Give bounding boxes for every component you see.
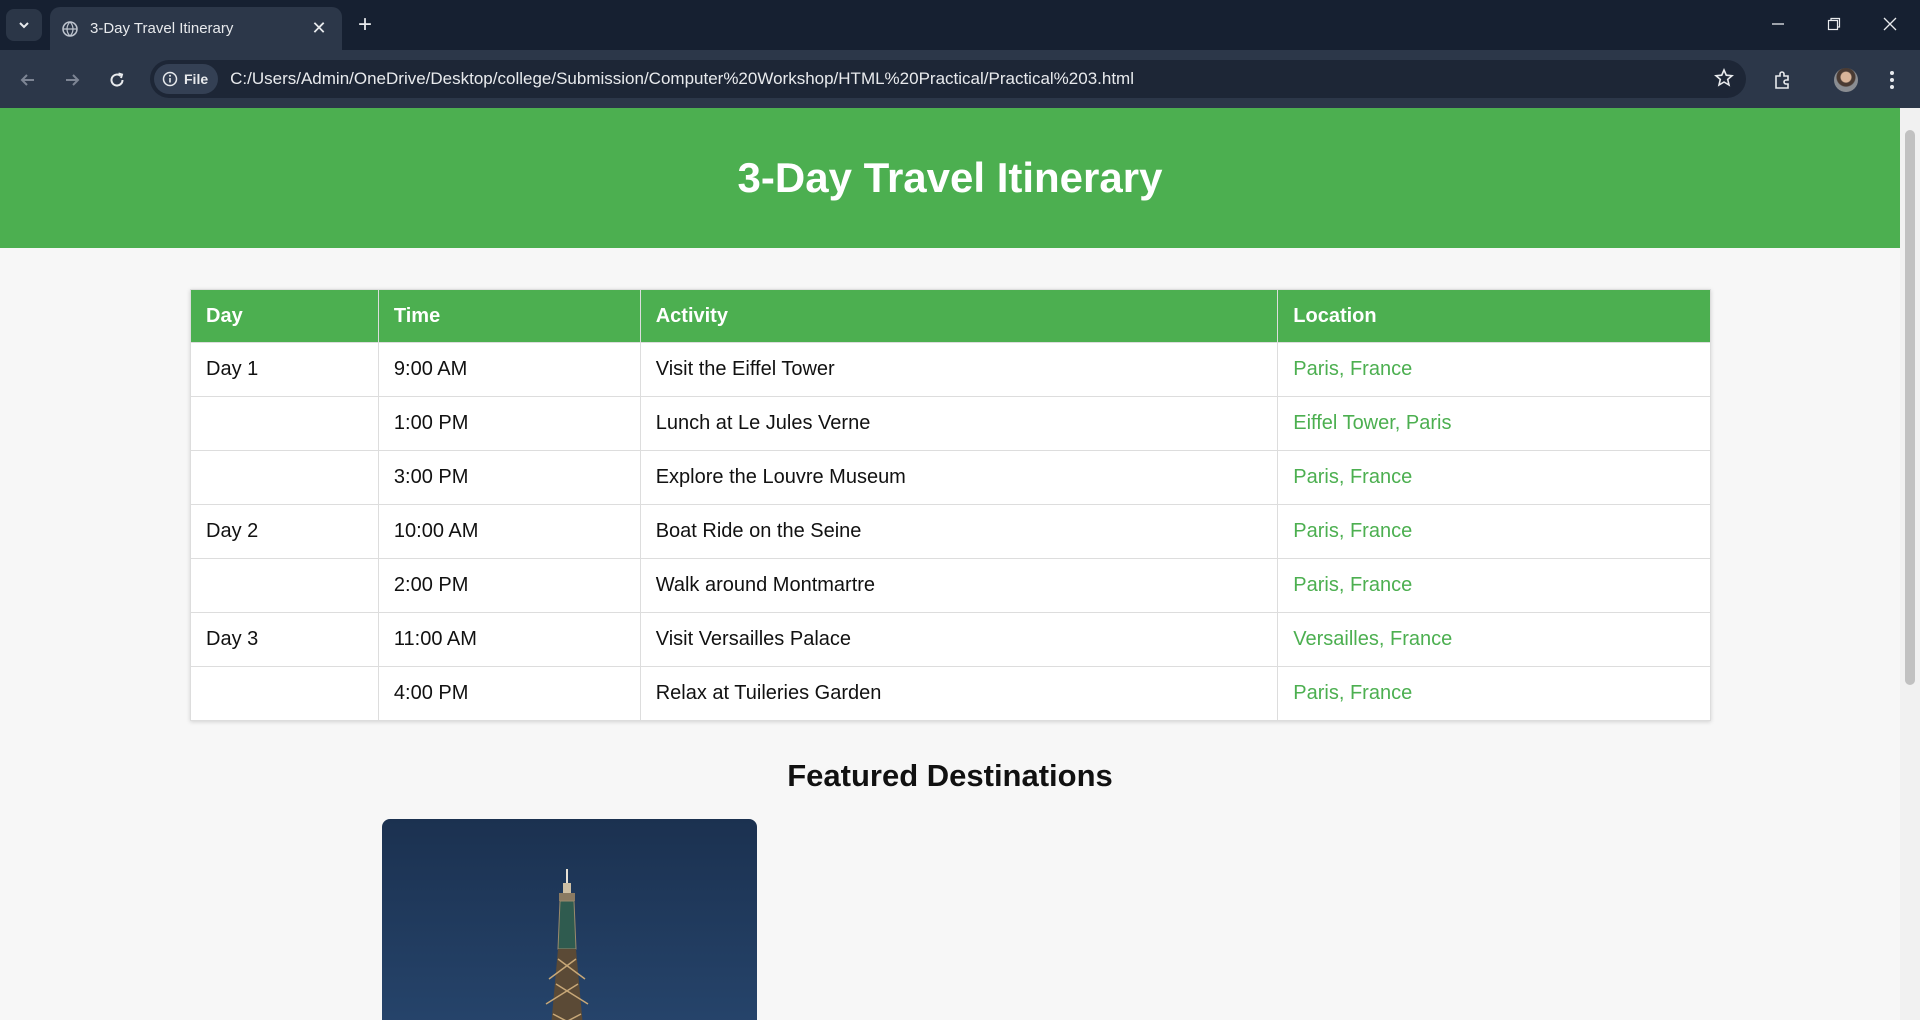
- activity-cell: Relax at Tuileries Garden: [639, 666, 1279, 721]
- column-header-activity: Activity: [639, 289, 1279, 343]
- browser-toolbar: File C:/Users/Admin/OneDrive/Desktop/col…: [0, 50, 1920, 108]
- address-bar[interactable]: File C:/Users/Admin/OneDrive/Desktop/col…: [150, 60, 1746, 98]
- column-header-location: Location: [1277, 289, 1711, 343]
- itinerary-table: Day Time Activity Location Day 1 9:00 AM…: [190, 289, 1711, 721]
- location-cell: Versailles, France: [1277, 612, 1711, 667]
- destination-image-eiffel-tower: [382, 819, 757, 1020]
- day-cell: [190, 396, 379, 451]
- window-close-icon: [1883, 17, 1897, 31]
- day-cell: Day 2: [190, 504, 379, 559]
- minimize-icon: [1772, 23, 1784, 25]
- site-chip-label: File: [184, 71, 209, 87]
- table-row: 3:00 PM Explore the Louvre Museum Paris,…: [190, 450, 1711, 505]
- forward-button[interactable]: [56, 64, 88, 96]
- activity-cell: Visit the Eiffel Tower: [639, 342, 1279, 397]
- restore-icon: [1827, 17, 1841, 31]
- location-cell: Paris, France: [1277, 342, 1711, 397]
- restore-button[interactable]: [1814, 10, 1854, 38]
- menu-kebab-icon: [1890, 71, 1894, 89]
- table-row: 4:00 PM Relax at Tuileries Garden Paris,…: [190, 666, 1711, 721]
- day-cell: [190, 450, 379, 505]
- time-cell: 9:00 AM: [377, 342, 641, 397]
- day-cell: [190, 558, 379, 613]
- table-row: 2:00 PM Walk around Montmartre Paris, Fr…: [190, 558, 1711, 613]
- url-text[interactable]: C:/Users/Admin/OneDrive/Desktop/college/…: [230, 69, 1134, 89]
- activity-cell: Walk around Montmartre: [639, 558, 1279, 613]
- minimize-button[interactable]: [1758, 10, 1798, 38]
- extensions-button[interactable]: [1766, 64, 1798, 96]
- location-cell: Eiffel Tower, Paris: [1277, 396, 1711, 451]
- tab-strip: 3-Day Travel Itinerary ✕ +: [0, 0, 1920, 50]
- table-row: 1:00 PM Lunch at Le Jules Verne Eiffel T…: [190, 396, 1711, 451]
- activity-cell: Explore the Louvre Museum: [639, 450, 1279, 505]
- forward-arrow-icon: [66, 74, 80, 86]
- time-cell: 4:00 PM: [377, 666, 641, 721]
- info-icon: [162, 71, 178, 87]
- site-info-chip[interactable]: File: [154, 64, 219, 94]
- extensions-icon: [1775, 71, 1789, 89]
- browser-tab[interactable]: 3-Day Travel Itinerary ✕: [50, 7, 342, 50]
- close-icon[interactable]: ✕: [308, 18, 330, 39]
- window-close-button[interactable]: [1870, 10, 1910, 38]
- page-header: 3-Day Travel Itinerary: [0, 108, 1900, 248]
- activity-cell: Visit Versailles Palace: [639, 612, 1279, 667]
- time-cell: 3:00 PM: [377, 450, 641, 505]
- location-cell: Paris, France: [1277, 558, 1711, 613]
- chevron-down-icon: [19, 22, 29, 29]
- new-tab-button[interactable]: +: [352, 12, 378, 38]
- table-header-row: Day Time Activity Location: [190, 289, 1711, 343]
- activity-cell: Boat Ride on the Seine: [639, 504, 1279, 559]
- page-scrollbar[interactable]: [1900, 108, 1920, 1020]
- table-row: Day 1 9:00 AM Visit the Eiffel Tower Par…: [190, 342, 1711, 397]
- table-row: Day 3 11:00 AM Visit Versailles Palace V…: [190, 612, 1711, 667]
- plus-icon: +: [357, 11, 372, 38]
- time-cell: 2:00 PM: [377, 558, 641, 613]
- time-cell: 1:00 PM: [377, 396, 641, 451]
- table-row: Day 2 10:00 AM Boat Ride on the Seine Pa…: [190, 504, 1711, 559]
- day-cell: [190, 666, 379, 721]
- featured-destinations-heading: Featured Destinations: [787, 758, 1113, 793]
- tab-search-button[interactable]: [6, 9, 42, 41]
- day-cell: Day 1: [190, 342, 379, 397]
- star-icon: [1714, 68, 1734, 87]
- back-button[interactable]: [12, 64, 44, 96]
- back-arrow-icon: [20, 74, 34, 86]
- scrollbar-thumb[interactable]: [1905, 130, 1915, 685]
- eiffel-tower-image: [545, 869, 589, 1020]
- avatar: [1834, 68, 1858, 92]
- location-cell: Paris, France: [1277, 504, 1711, 559]
- activity-cell: Lunch at Le Jules Verne: [639, 396, 1279, 451]
- bookmark-star-button[interactable]: [1714, 68, 1734, 93]
- globe-icon: [62, 20, 78, 37]
- browser-menu-button[interactable]: [1876, 64, 1908, 96]
- tab-title: 3-Day Travel Itinerary: [90, 20, 234, 37]
- column-header-time: Time: [377, 289, 641, 343]
- column-header-day: Day: [190, 289, 379, 343]
- time-cell: 11:00 AM: [377, 612, 641, 667]
- location-cell: Paris, France: [1277, 666, 1711, 721]
- profile-button[interactable]: [1830, 64, 1862, 96]
- day-cell: Day 3: [190, 612, 379, 667]
- reload-icon: [110, 72, 124, 87]
- page-viewport: 3-Day Travel Itinerary Day Time Activity…: [0, 108, 1900, 1020]
- reload-button[interactable]: [101, 64, 133, 96]
- time-cell: 10:00 AM: [377, 504, 641, 559]
- location-cell: Paris, France: [1277, 450, 1711, 505]
- page-title: 3-Day Travel Itinerary: [737, 154, 1163, 201]
